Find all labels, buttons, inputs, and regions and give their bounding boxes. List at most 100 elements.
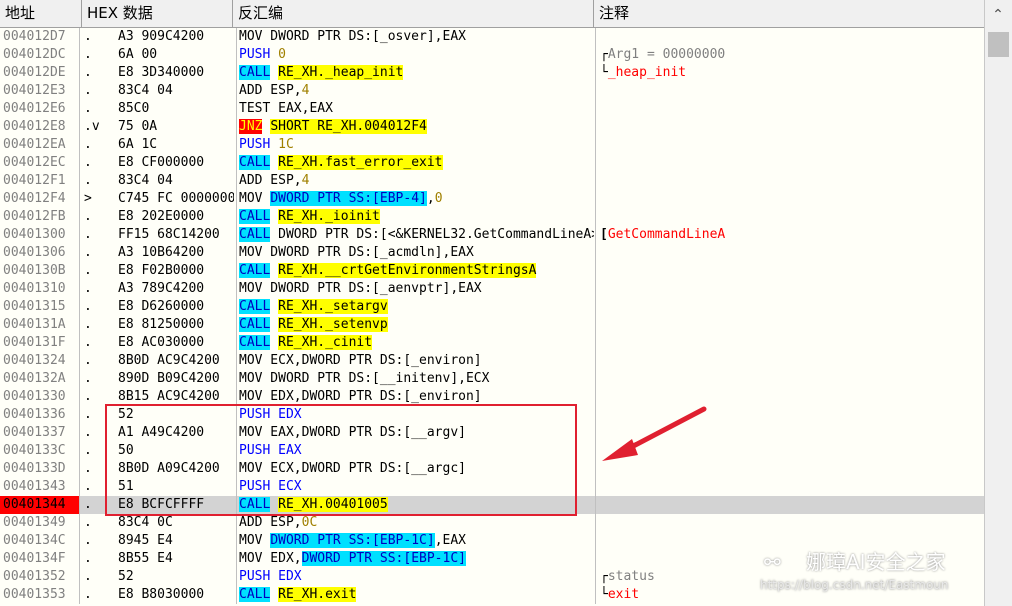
header-address[interactable]: 地址 (0, 0, 82, 27)
row-disasm[interactable]: CALL RE_XH.exit (236, 586, 594, 604)
table-row[interactable]: 004012DC. 6A 00 PUSH 0 ┌Arg1 = 00000000 (0, 46, 984, 64)
row-hex[interactable]: C745 FC 00000000 (118, 190, 234, 208)
row-comment[interactable] (595, 352, 984, 370)
row-address[interactable]: 0040134F (0, 550, 80, 568)
row-comment[interactable] (595, 118, 984, 136)
row-comment[interactable] (595, 388, 984, 406)
row-disasm[interactable]: CALL RE_XH._setenvp (236, 316, 594, 334)
row-hex[interactable]: 83C4 0C (118, 514, 234, 532)
table-row[interactable]: 004012EC. E8 CF000000 CALL RE_XH.fast_erro… (0, 154, 984, 172)
row-hex[interactable]: 8B55 E4 (118, 550, 234, 568)
row-comment[interactable]: ┌Arg1 = 00000000 (595, 46, 984, 64)
row-comment[interactable] (595, 370, 984, 388)
header-comment[interactable]: 注释 (594, 0, 984, 27)
table-row[interactable]: 004012E8 .v 75 0A JNZ SHORT RE_XH.004012F4 (0, 118, 984, 136)
row-address[interactable]: 0040131A (0, 316, 80, 334)
table-row[interactable]: 004012F4 > C745 FC 00000000 MOV DWORD PTR S… (0, 190, 984, 208)
row-disasm[interactable]: ADD ESP,0C (236, 514, 594, 532)
row-comment[interactable] (595, 82, 984, 100)
table-row[interactable]: 004012D7. A3 909C4200 MOV DWORD PTR DS:[_o… (0, 28, 984, 46)
row-comment[interactable] (595, 334, 984, 352)
row-address[interactable]: 0040131F (0, 334, 80, 352)
row-disasm[interactable]: MOV EDX,DWORD PTR SS:[EBP-1C] (236, 550, 594, 568)
row-comment[interactable] (595, 298, 984, 316)
table-row[interactable]: 00401349. 83C4 0C ADD ESP,0C (0, 514, 984, 532)
row-hex[interactable]: E8 81250000 (118, 316, 234, 334)
row-hex[interactable]: 85C0 (118, 100, 234, 118)
scroll-up-icon[interactable]: ⌃ (989, 6, 1007, 24)
table-row[interactable]: 0040131F. E8 AC030000 CALL RE_XH._cinit (0, 334, 984, 352)
row-disasm[interactable]: PUSH 0 (236, 46, 594, 64)
row-comment[interactable] (595, 514, 984, 532)
row-address[interactable]: 004012DC (0, 46, 80, 64)
row-address[interactable]: 00401349 (0, 514, 80, 532)
row-disasm[interactable]: ADD ESP,4 (236, 172, 594, 190)
row-disasm[interactable]: MOV DWORD PTR DS:[_acmdln],EAX (236, 244, 594, 262)
header-disasm[interactable]: 反汇编 (233, 0, 594, 27)
table-row[interactable]: 00401300. FF15 68C14200 CALL DWORD PTR DS:… (0, 226, 984, 244)
row-address[interactable]: 004012DE (0, 64, 80, 82)
row-address[interactable]: 00401344 (0, 496, 80, 514)
row-disasm[interactable]: MOV DWORD PTR SS:[EBP-1C],EAX (236, 532, 594, 550)
row-address[interactable]: 004012FB (0, 208, 80, 226)
row-address[interactable]: 0040132A (0, 370, 80, 388)
row-disasm[interactable]: ADD ESP,4 (236, 82, 594, 100)
row-hex[interactable]: 8945 E4 (118, 532, 234, 550)
row-hex[interactable]: E8 202E0000 (118, 208, 234, 226)
row-comment[interactable] (595, 208, 984, 226)
row-comment[interactable] (595, 172, 984, 190)
row-hex[interactable]: 83C4 04 (118, 172, 234, 190)
row-comment[interactable] (595, 496, 984, 514)
row-comment[interactable]: [GetCommandLineA (595, 226, 984, 244)
table-row[interactable]: 004012E6. 85C0 TEST EAX,EAX (0, 100, 984, 118)
row-address[interactable]: 00401352 (0, 568, 80, 586)
row-hex[interactable]: E8 F02B0000 (118, 262, 234, 280)
row-hex[interactable]: 83C4 04 (118, 82, 234, 100)
row-address[interactable]: 00401310 (0, 280, 80, 298)
row-hex[interactable]: FF15 68C14200 (118, 226, 234, 244)
row-address[interactable]: 004012F4 (0, 190, 80, 208)
row-hex[interactable]: E8 3D340000 (118, 64, 234, 82)
row-address[interactable]: 004012E6 (0, 100, 80, 118)
row-comment[interactable] (595, 190, 984, 208)
table-row[interactable]: 0040130B. E8 F02B0000 CALL RE_XH.__crtGetE… (0, 262, 984, 280)
scrollbar-thumb[interactable] (988, 32, 1009, 57)
row-disasm[interactable]: CALL RE_XH.__crtGetEnvironmentStringsA (236, 262, 594, 280)
table-row[interactable]: 004012DE. E8 3D340000 CALL RE_XH._heap_ini… (0, 64, 984, 82)
row-address[interactable]: 004012EA (0, 136, 80, 154)
row-disasm[interactable]: MOV DWORD PTR DS:[_osver],EAX (236, 28, 594, 46)
row-disasm[interactable]: CALL RE_XH._ioinit (236, 208, 594, 226)
row-address[interactable]: 0040130B (0, 262, 80, 280)
row-disasm[interactable]: CALL RE_XH._setargv (236, 298, 594, 316)
vertical-scrollbar[interactable]: ⌃ (984, 0, 1012, 606)
row-disasm[interactable]: MOV DWORD PTR DS:[_aenvptr],EAX (236, 280, 594, 298)
header-hex[interactable]: HEX 数据 (82, 0, 233, 27)
row-comment[interactable] (595, 154, 984, 172)
row-address[interactable]: 004012E3 (0, 82, 80, 100)
row-hex[interactable]: 52 (118, 568, 234, 586)
row-hex[interactable]: 75 0A (118, 118, 234, 136)
row-disasm[interactable]: MOV DWORD PTR DS:[__initenv],ECX (236, 370, 594, 388)
row-hex[interactable]: 890D B09C4200 (118, 370, 234, 388)
table-row[interactable]: 0040132A. 890D B09C4200 MOV DWORD PTR DS:[… (0, 370, 984, 388)
row-address[interactable]: 004012E8 (0, 118, 80, 136)
row-disasm[interactable]: PUSH 1C (236, 136, 594, 154)
row-address[interactable]: 00401330 (0, 388, 80, 406)
table-row[interactable]: 004012FB. E8 202E0000 CALL RE_XH._ioinit (0, 208, 984, 226)
row-comment[interactable] (595, 244, 984, 262)
row-hex[interactable]: E8 AC030000 (118, 334, 234, 352)
row-disasm[interactable]: CALL RE_XH._cinit (236, 334, 594, 352)
table-row[interactable]: 0040131A. E8 81250000 CALL RE_XH._setenvp (0, 316, 984, 334)
row-address[interactable]: 00401336 (0, 406, 80, 424)
row-comment[interactable] (595, 280, 984, 298)
row-address[interactable]: 00401343 (0, 478, 80, 496)
row-comment[interactable] (595, 100, 984, 118)
table-row[interactable]: 004012E3. 83C4 04 ADD ESP,4 (0, 82, 984, 100)
table-row[interactable]: 004012F1. 83C4 04 ADD ESP,4 (0, 172, 984, 190)
row-address[interactable]: 00401337 (0, 424, 80, 442)
row-hex[interactable]: 6A 1C (118, 136, 234, 154)
row-address[interactable]: 00401324 (0, 352, 80, 370)
row-disasm[interactable]: JNZ SHORT RE_XH.004012F4 (236, 118, 594, 136)
row-address[interactable]: 00401300 (0, 226, 80, 244)
row-address[interactable]: 0040134C (0, 532, 80, 550)
